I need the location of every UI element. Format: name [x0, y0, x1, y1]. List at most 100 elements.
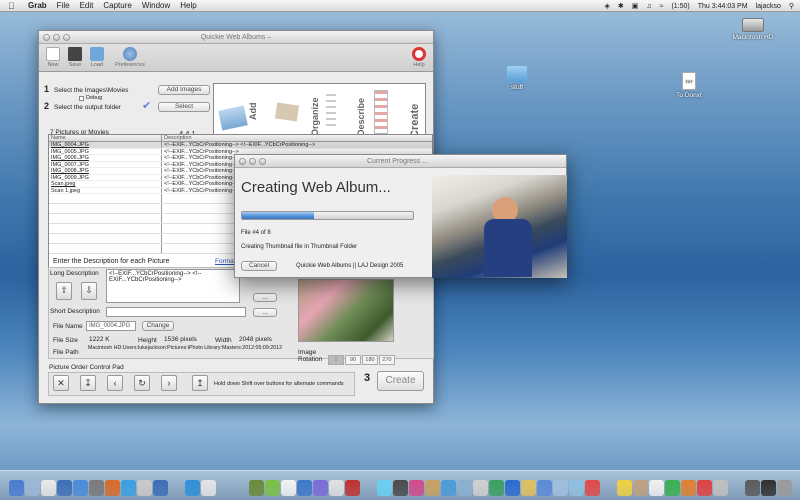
dock-app-icon[interactable] — [280, 480, 296, 496]
zoom-button[interactable] — [63, 34, 70, 41]
dock-app-icon[interactable] — [376, 480, 392, 496]
dock-app-icon[interactable] — [136, 480, 152, 496]
dock-app-icon[interactable] — [248, 480, 264, 496]
dock-app-icon[interactable] — [184, 480, 200, 496]
rotation-180-button[interactable]: 180 — [362, 355, 378, 365]
load-button[interactable]: Load — [87, 47, 107, 68]
spotlight-icon[interactable]: ⚲ — [789, 2, 794, 10]
create-button[interactable]: Create — [377, 371, 424, 391]
close-button[interactable] — [239, 158, 246, 165]
dock-app-icon[interactable] — [456, 480, 472, 496]
dock-app-icon[interactable] — [601, 480, 616, 496]
new-button[interactable]: New — [43, 47, 63, 68]
user-menu[interactable]: lajackso — [756, 3, 781, 10]
dock-app-icon[interactable] — [152, 480, 168, 496]
desktop-icon-stuff[interactable]: stuff — [500, 66, 534, 91]
file-name-field[interactable]: IMG_0004.JPG — [86, 321, 136, 331]
select-output-button[interactable]: Select — [158, 102, 210, 112]
move-up-button[interactable]: ↥ — [192, 375, 208, 391]
dock-app-icon[interactable] — [328, 480, 344, 496]
short-description-more-button[interactable]: ... — [253, 308, 277, 317]
rotation-90-button[interactable]: 90 — [345, 355, 361, 365]
minimize-button[interactable] — [53, 34, 60, 41]
menu-capture[interactable]: Capture — [103, 1, 131, 10]
save-button[interactable]: Save — [65, 47, 85, 68]
dock-app-icon[interactable] — [584, 480, 600, 496]
dock-app-icon[interactable] — [440, 480, 456, 496]
dock-app-icon[interactable] — [424, 480, 440, 496]
dropbox-icon[interactable]: ◈ — [604, 2, 609, 10]
change-button[interactable]: Change — [142, 321, 174, 331]
move-left-button[interactable]: ‹ — [107, 375, 123, 391]
long-description-more-button[interactable]: ... — [253, 293, 277, 302]
dock-app-icon[interactable] — [744, 480, 760, 496]
bluetooth-icon[interactable]: ✱ — [618, 2, 624, 10]
format-link[interactable]: Format — [215, 258, 236, 265]
debug-checkbox[interactable]: Debug — [79, 95, 102, 101]
dock-app-icon[interactable] — [664, 480, 680, 496]
dock-app-icon[interactable] — [616, 480, 632, 496]
zoom-button[interactable] — [259, 158, 266, 165]
column-header-name[interactable]: Name — [49, 135, 162, 141]
dock-app-icon[interactable] — [217, 480, 232, 496]
rotation-270-button[interactable]: 270 — [379, 355, 395, 365]
move-right-button[interactable]: › — [161, 375, 177, 391]
delete-item-button[interactable]: ✕ — [53, 375, 69, 391]
long-description-field[interactable]: <!--EXIF...YCbCrPositioning--> <!--EXIF.… — [106, 269, 240, 303]
dock-app-icon[interactable] — [760, 480, 776, 496]
add-images-button[interactable]: Add Images — [158, 85, 210, 95]
dock-app-icon[interactable] — [40, 480, 56, 496]
dock-app-icon[interactable] — [648, 480, 664, 496]
desktop-icon-to-donxt[interactable]: TXT To Donxt — [668, 72, 710, 99]
close-button[interactable] — [43, 34, 50, 41]
dock-app-icon[interactable] — [632, 480, 648, 496]
dock-app-icon[interactable] — [552, 480, 568, 496]
move-top-button[interactable]: ⇧ — [56, 282, 72, 300]
dock-app-icon[interactable] — [233, 480, 248, 496]
move-down-button[interactable]: ↧ — [80, 375, 96, 391]
rotation-0-button[interactable]: 0 — [328, 355, 344, 365]
dock-app-icon[interactable] — [24, 480, 40, 496]
help-button[interactable]: Help — [409, 47, 429, 68]
dock-app-icon[interactable] — [472, 480, 488, 496]
rotate-button[interactable]: ↻ — [134, 375, 150, 391]
dock-app-icon[interactable] — [56, 480, 72, 496]
dock-app-icon[interactable] — [8, 480, 24, 496]
apple-menu-icon[interactable]:  — [8, 1, 20, 11]
dock-app-icon[interactable] — [344, 480, 360, 496]
display-icon[interactable]: ▣ — [632, 2, 639, 10]
progress-window-titlebar[interactable]: Current Progress ... — [235, 155, 566, 168]
dock-app-icon[interactable] — [296, 480, 312, 496]
dock-app-icon[interactable] — [520, 480, 536, 496]
move-bottom-button[interactable]: ⇩ — [81, 282, 97, 300]
dock-app-icon[interactable] — [504, 480, 520, 496]
dock-app-icon[interactable] — [200, 480, 216, 496]
menu-app-name[interactable]: Grab — [28, 1, 47, 10]
dock-app-icon[interactable] — [392, 480, 408, 496]
preferences-button[interactable]: Preferences — [113, 47, 147, 68]
dock-app-icon[interactable] — [536, 480, 552, 496]
dock-app-icon[interactable] — [696, 480, 712, 496]
dock-app-icon[interactable] — [88, 480, 104, 496]
volume-icon[interactable]: ♫ — [646, 3, 651, 10]
dock-app-icon[interactable] — [120, 480, 136, 496]
dock-app-icon[interactable] — [680, 480, 696, 496]
dock-app-icon[interactable] — [488, 480, 504, 496]
clock[interactable]: Thu 3:44:03 PM — [698, 3, 748, 10]
menu-file[interactable]: File — [57, 1, 70, 10]
dock-app-icon[interactable] — [361, 480, 376, 496]
dock-app-icon[interactable] — [312, 480, 328, 496]
menu-edit[interactable]: Edit — [80, 1, 94, 10]
short-description-field[interactable] — [106, 307, 246, 317]
dock-app-icon[interactable] — [72, 480, 88, 496]
column-header-description[interactable]: Description — [162, 135, 192, 141]
dock-app-icon[interactable] — [104, 480, 120, 496]
battery-status[interactable]: (1:50) — [671, 3, 689, 10]
dock-app-icon[interactable] — [264, 480, 280, 496]
cancel-button[interactable]: Cancel — [241, 261, 277, 271]
menu-help[interactable]: Help — [180, 1, 196, 10]
wifi-icon[interactable]: ≈ — [660, 3, 664, 10]
menu-window[interactable]: Window — [142, 1, 170, 10]
desktop-icon-macintosh-hd[interactable]: Macintosh HD — [728, 18, 778, 41]
dock-app-icon[interactable] — [169, 480, 184, 496]
